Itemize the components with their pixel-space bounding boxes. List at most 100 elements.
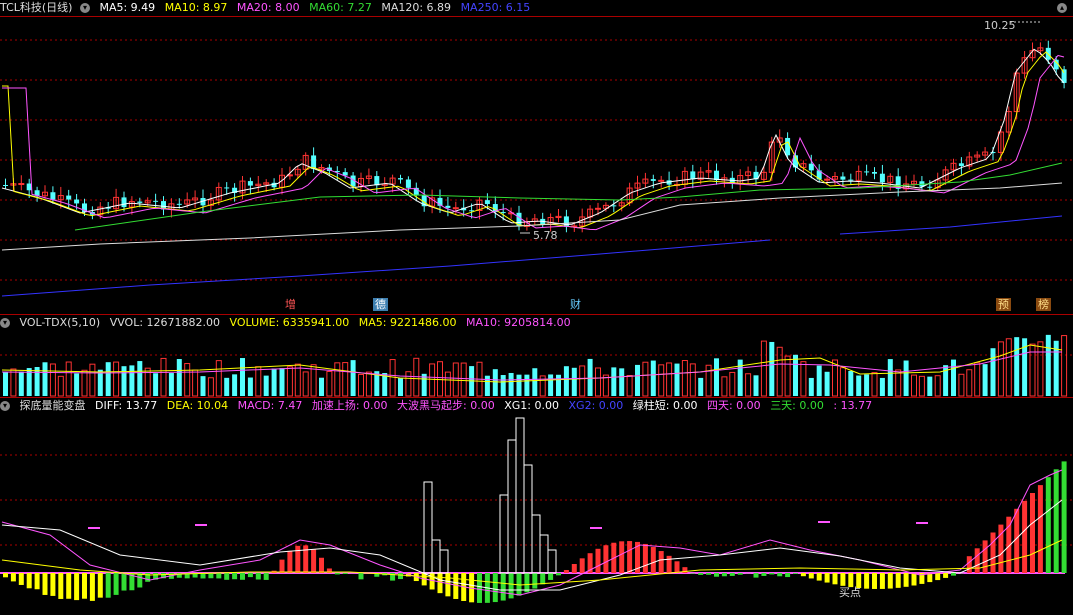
macd-bar: [334, 573, 340, 575]
vol-menu-icon[interactable]: ▾: [0, 318, 10, 328]
volume-bar: [271, 368, 277, 396]
ind-title[interactable]: 探底量能变盘: [20, 399, 86, 412]
volume-bar: [460, 362, 467, 397]
macd-bar: [10, 573, 16, 582]
volume-bar: [492, 369, 498, 396]
volume-bar: [864, 374, 870, 396]
macd-bar: [524, 573, 530, 593]
macd-bar: [595, 548, 601, 573]
candle-body: [445, 205, 451, 208]
marker-de[interactable]: 德: [373, 298, 388, 311]
macd-bar: [721, 573, 727, 577]
macd-bar: [492, 573, 498, 603]
volume-bar: [10, 368, 17, 397]
volume-bar: [958, 373, 965, 397]
macd-bar: [911, 573, 917, 586]
volume-bar: [484, 375, 490, 396]
macd-bar: [358, 573, 364, 580]
stock-title[interactable]: TCL科技(日线): [0, 1, 72, 14]
volume-bar: [793, 354, 798, 396]
candle-body: [247, 181, 253, 186]
volume-bar: [105, 362, 111, 396]
volume-bar: [232, 374, 238, 396]
macd-bar: [1030, 493, 1035, 573]
macd-bar: [800, 573, 806, 577]
macd-bar: [34, 573, 40, 590]
macd-bar: [263, 573, 269, 580]
spike-bar: [531, 514, 541, 574]
macd-bar: [563, 569, 569, 573]
last-readout: : 13.77: [833, 399, 873, 412]
volume-bar: [879, 377, 885, 396]
candle-body: [3, 185, 8, 186]
macd-bar: [872, 573, 877, 589]
volume-bar: [358, 373, 364, 397]
macd-bar: [398, 573, 403, 580]
marker-zeng[interactable]: 增: [283, 298, 298, 311]
macd-bar: [50, 573, 56, 596]
volume-bar: [444, 371, 451, 397]
spike-bar: [499, 494, 509, 574]
spike-bar: [515, 417, 525, 574]
marker-yu[interactable]: 预: [996, 298, 1011, 311]
volume-bar: [587, 358, 593, 396]
volume-bar: [911, 374, 917, 397]
volume-bar: [934, 375, 941, 397]
vol-title[interactable]: VOL-TDX(5,10): [20, 316, 101, 329]
macd-bar: [58, 573, 64, 599]
volume-bar: [42, 362, 48, 396]
volume-bar: [784, 355, 791, 397]
volume-bar: [760, 340, 767, 397]
macd-bar: [761, 573, 767, 576]
volume-bar: [89, 363, 96, 397]
ma250-line: [1, 239, 771, 297]
volume-bar: [405, 371, 412, 397]
volume-bar: [240, 358, 245, 396]
marker-cai[interactable]: 财: [568, 298, 583, 311]
marker-bang[interactable]: 榜: [1036, 298, 1051, 311]
macd-bar: [216, 573, 222, 579]
volume-bar: [1061, 335, 1068, 397]
volume-bar: [595, 367, 601, 397]
macd-bar: [477, 573, 482, 603]
macd-bar: [342, 573, 348, 574]
volume-bar: [184, 363, 191, 397]
ind-menu-icon[interactable]: ▾: [0, 401, 10, 411]
volume-bar: [579, 365, 586, 397]
volume-bar: [871, 372, 878, 397]
macd-bar: [1014, 508, 1020, 573]
macd-bar: [627, 541, 633, 573]
volume-bar: [97, 369, 103, 396]
macd-bar: [42, 573, 48, 595]
volume-bar: [18, 371, 24, 396]
volume-bar: [556, 374, 561, 396]
volume-bar: [839, 367, 846, 397]
volume-bar: [279, 368, 285, 396]
collapse-icon[interactable]: ▴: [1057, 3, 1067, 13]
volume-bar: [437, 361, 443, 397]
volume-bar: [302, 371, 309, 397]
macd-bar: [951, 573, 956, 576]
chart-canvas[interactable]: [0, 0, 1073, 615]
volume-bar: [137, 361, 143, 396]
main-top-border: [0, 16, 1073, 17]
volume-bar: [658, 364, 665, 397]
candle-body: [18, 183, 25, 186]
volume-bar: [619, 368, 625, 396]
volume-bar: [650, 360, 656, 396]
volume-bar: [635, 364, 640, 396]
menu-toggle-icon[interactable]: ▾: [79, 3, 90, 13]
macd-bar: [113, 573, 119, 595]
macd-bar: [240, 573, 245, 580]
candle-body: [690, 171, 696, 180]
macd-bar: [295, 545, 301, 573]
volume-bar: [524, 374, 530, 396]
candle-body: [405, 179, 411, 188]
macd-bar: [3, 573, 8, 578]
volume-bar: [737, 359, 743, 396]
macd-bar: [247, 573, 253, 578]
candle-body: [176, 203, 182, 205]
volume-bar: [1037, 341, 1044, 397]
macd-bar: [785, 573, 791, 578]
spike-bar: [547, 549, 557, 574]
